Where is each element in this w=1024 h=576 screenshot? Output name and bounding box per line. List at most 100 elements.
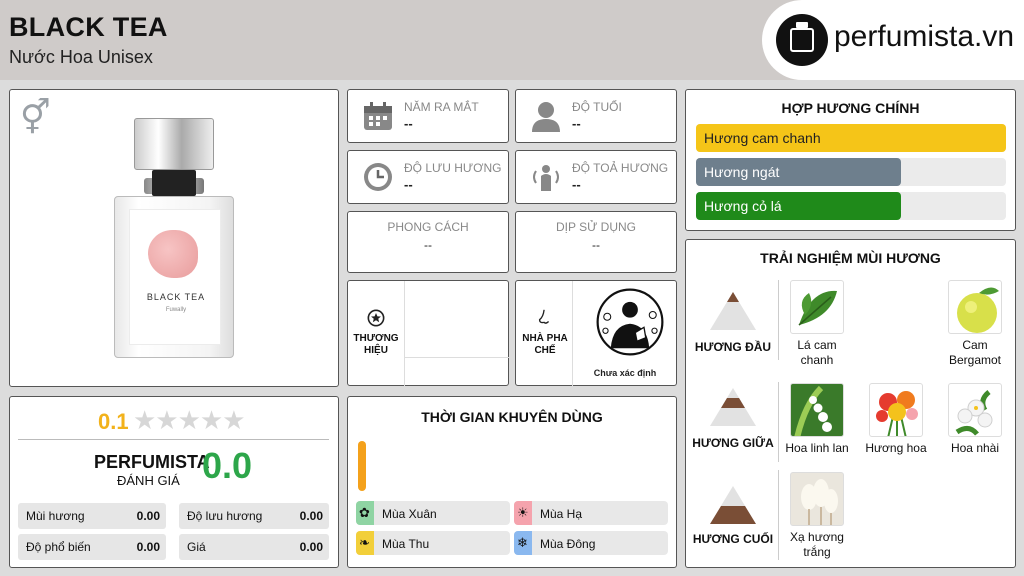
recommended-time-panel: THỜI GIAN KHUYÊN DÙNG ✿ Mùa Xuân ☀ Mùa Hạ … <box>347 396 677 568</box>
brand-logo-area[interactable] <box>404 281 509 357</box>
lime-leaf-image <box>790 280 844 334</box>
snowflake-icon: ❄ <box>517 535 528 550</box>
metric-label: Độ lưu hương <box>187 509 263 523</box>
note-floral[interactable]: Hương hoa <box>861 383 931 456</box>
logo-text: perfumista.vn <box>834 20 1015 53</box>
longevity-value: -- <box>404 177 413 192</box>
note-white-musk[interactable]: Xạ hương trắng <box>782 472 852 560</box>
sillage-value: -- <box>572 177 581 192</box>
sillage-card: ĐỘ TOẢ HƯƠNG -- <box>515 150 677 204</box>
site-logo[interactable]: perfumista.vn <box>762 0 1024 80</box>
longevity-card: ĐỘ LƯU HƯƠNG -- <box>347 150 509 204</box>
flower-icon: ✿ <box>359 505 370 520</box>
brand-name-area <box>404 357 509 386</box>
star-badge-icon <box>367 309 385 327</box>
base-notes-label: HƯƠNG CUỐI <box>692 532 774 546</box>
season-level-bar <box>358 441 366 491</box>
accord-label: Hương cỏ lá <box>704 198 782 214</box>
pyramid-base-icon <box>710 486 756 524</box>
sillage-label: ĐỘ TOẢ HƯƠNG <box>572 161 669 175</box>
style-value: -- <box>424 238 432 252</box>
season-label: Mùa Thu <box>382 537 430 551</box>
perfumer-card[interactable]: NHÀ PHA CHẾ Chưa xác định <box>515 280 677 386</box>
note-lily-of-the-valley[interactable]: Hoa linh lan <box>782 383 852 456</box>
nose-icon <box>538 309 550 324</box>
recommended-time-title: THỜI GIAN KHUYÊN DÙNG <box>421 409 603 425</box>
note-name: Cam Bergamot <box>948 338 1002 367</box>
perfumer-name: Chưa xác định <box>572 361 677 386</box>
accord-green[interactable]: Hương cỏ lá <box>696 192 1006 220</box>
metric-label: Giá <box>187 540 206 554</box>
main-accords-panel: HỢP HƯƠNG CHÍNH Hương cam chanh Hương ng… <box>685 89 1016 231</box>
metric-longevity: Độ lưu hương 0.00 <box>179 503 329 529</box>
occasion-card: DỊP SỬ DỤNG -- <box>515 211 677 273</box>
brand-label: THƯƠNG HIỆU <box>353 333 399 356</box>
season-spring[interactable]: ✿ Mùa Xuân <box>356 501 510 525</box>
top-notes-label: HƯƠNG ĐẦU <box>694 340 772 354</box>
perfume-bottle-image: BLACK TEA Fuwally <box>114 118 234 358</box>
style-label: PHONG CÁCH <box>387 220 469 234</box>
perfumer-avatar[interactable] <box>572 281 677 361</box>
season-winter[interactable]: ❄ Mùa Đông <box>514 531 668 555</box>
divider <box>18 439 329 440</box>
age-label: ĐỘ TUỔI <box>572 100 622 114</box>
metric-scent: Mùi hương 0.00 <box>18 503 166 529</box>
note-name: Hương hoa <box>865 441 927 455</box>
longevity-label: ĐỘ LƯU HƯƠNG <box>404 161 502 175</box>
metric-value: 0.00 <box>299 540 323 554</box>
pyramid-middle-icon <box>710 388 756 426</box>
age-value: -- <box>572 116 581 131</box>
perfumista-score: 0.0 <box>202 445 253 486</box>
note-bergamot[interactable]: Cam Bergamot <box>940 280 1010 368</box>
bergamot-image <box>948 280 1002 334</box>
note-name: Hoa nhài <box>950 441 1000 455</box>
accord-citrus[interactable]: Hương cam chanh <box>696 124 1006 152</box>
clock-icon <box>364 163 392 191</box>
star-rating[interactable]: ★★★★★ <box>133 405 246 436</box>
metric-price: Giá 0.00 <box>179 534 329 560</box>
accord-floral[interactable]: Hương ngát <box>696 158 1006 186</box>
male-female-icon: ⚥ <box>20 99 51 137</box>
note-name: Hoa linh lan <box>785 441 849 455</box>
metric-label: Mùi hương <box>26 509 85 523</box>
floral-image <box>869 383 923 437</box>
accord-label: Hương ngát <box>704 164 780 180</box>
pyramid-top-icon <box>710 292 756 330</box>
accord-label: Hương cam chanh <box>704 130 821 146</box>
note-name: Lá cam chanh <box>797 338 837 367</box>
divider <box>778 382 779 462</box>
season-summer[interactable]: ☀ Mùa Hạ <box>514 501 668 525</box>
rating-panel: 0.1 ★★★★★ PERFUMISTA ĐÁNH GIÁ 0.0 Mùi hư… <box>9 396 339 568</box>
season-autumn[interactable]: ❧ Mùa Thu <box>356 531 510 555</box>
season-label: Mùa Đông <box>540 537 596 551</box>
occasion-label: DỊP SỬ DỤNG <box>555 220 637 234</box>
main-accords-title: HỢP HƯƠNG CHÍNH <box>781 100 920 116</box>
product-image-panel: ⚥ BLACK TEA Fuwally <box>9 89 339 387</box>
season-level-track <box>358 441 366 491</box>
calendar-icon <box>364 102 392 130</box>
season-label: Mùa Xuân <box>382 507 437 521</box>
scent-notes-title: TRẢI NGHIỆM MÙI HƯƠNG <box>760 250 941 266</box>
middle-notes-label: HƯƠNG GIỮA <box>692 436 774 450</box>
metric-label: Độ phổ biến <box>26 540 91 554</box>
release-year-label: NĂM RA MẮT <box>404 100 479 114</box>
metric-value: 0.00 <box>299 509 323 523</box>
sun-icon: ☀ <box>517 505 529 520</box>
note-lime-leaf[interactable]: Lá cam chanh <box>782 280 852 368</box>
leaf-icon: ❧ <box>359 535 370 550</box>
lily-of-the-valley-image <box>790 383 844 437</box>
style-card: PHONG CÁCH -- <box>347 211 509 273</box>
note-name: Xạ hương trắng <box>790 530 844 559</box>
brand-card[interactable]: THƯƠNG HIỆU <box>347 280 509 386</box>
danh-gia-label: ĐÁNH GIÁ <box>117 473 180 488</box>
release-year-value: -- <box>404 116 413 131</box>
age-card: ĐỘ TUỔI -- <box>515 89 677 143</box>
note-jasmine[interactable]: Hoa nhài <box>940 383 1010 456</box>
divider <box>778 470 779 560</box>
scent-notes-panel: TRẢI NGHIỆM MÙI HƯƠNG HƯƠNG ĐẦU Lá cam c… <box>685 239 1016 568</box>
jasmine-image <box>948 383 1002 437</box>
occasion-value: -- <box>592 238 600 252</box>
metric-popularity: Độ phổ biến 0.00 <box>18 534 166 560</box>
perfume-title: BLACK TEA <box>9 12 168 42</box>
user-rating-score: 0.1 <box>98 409 129 434</box>
